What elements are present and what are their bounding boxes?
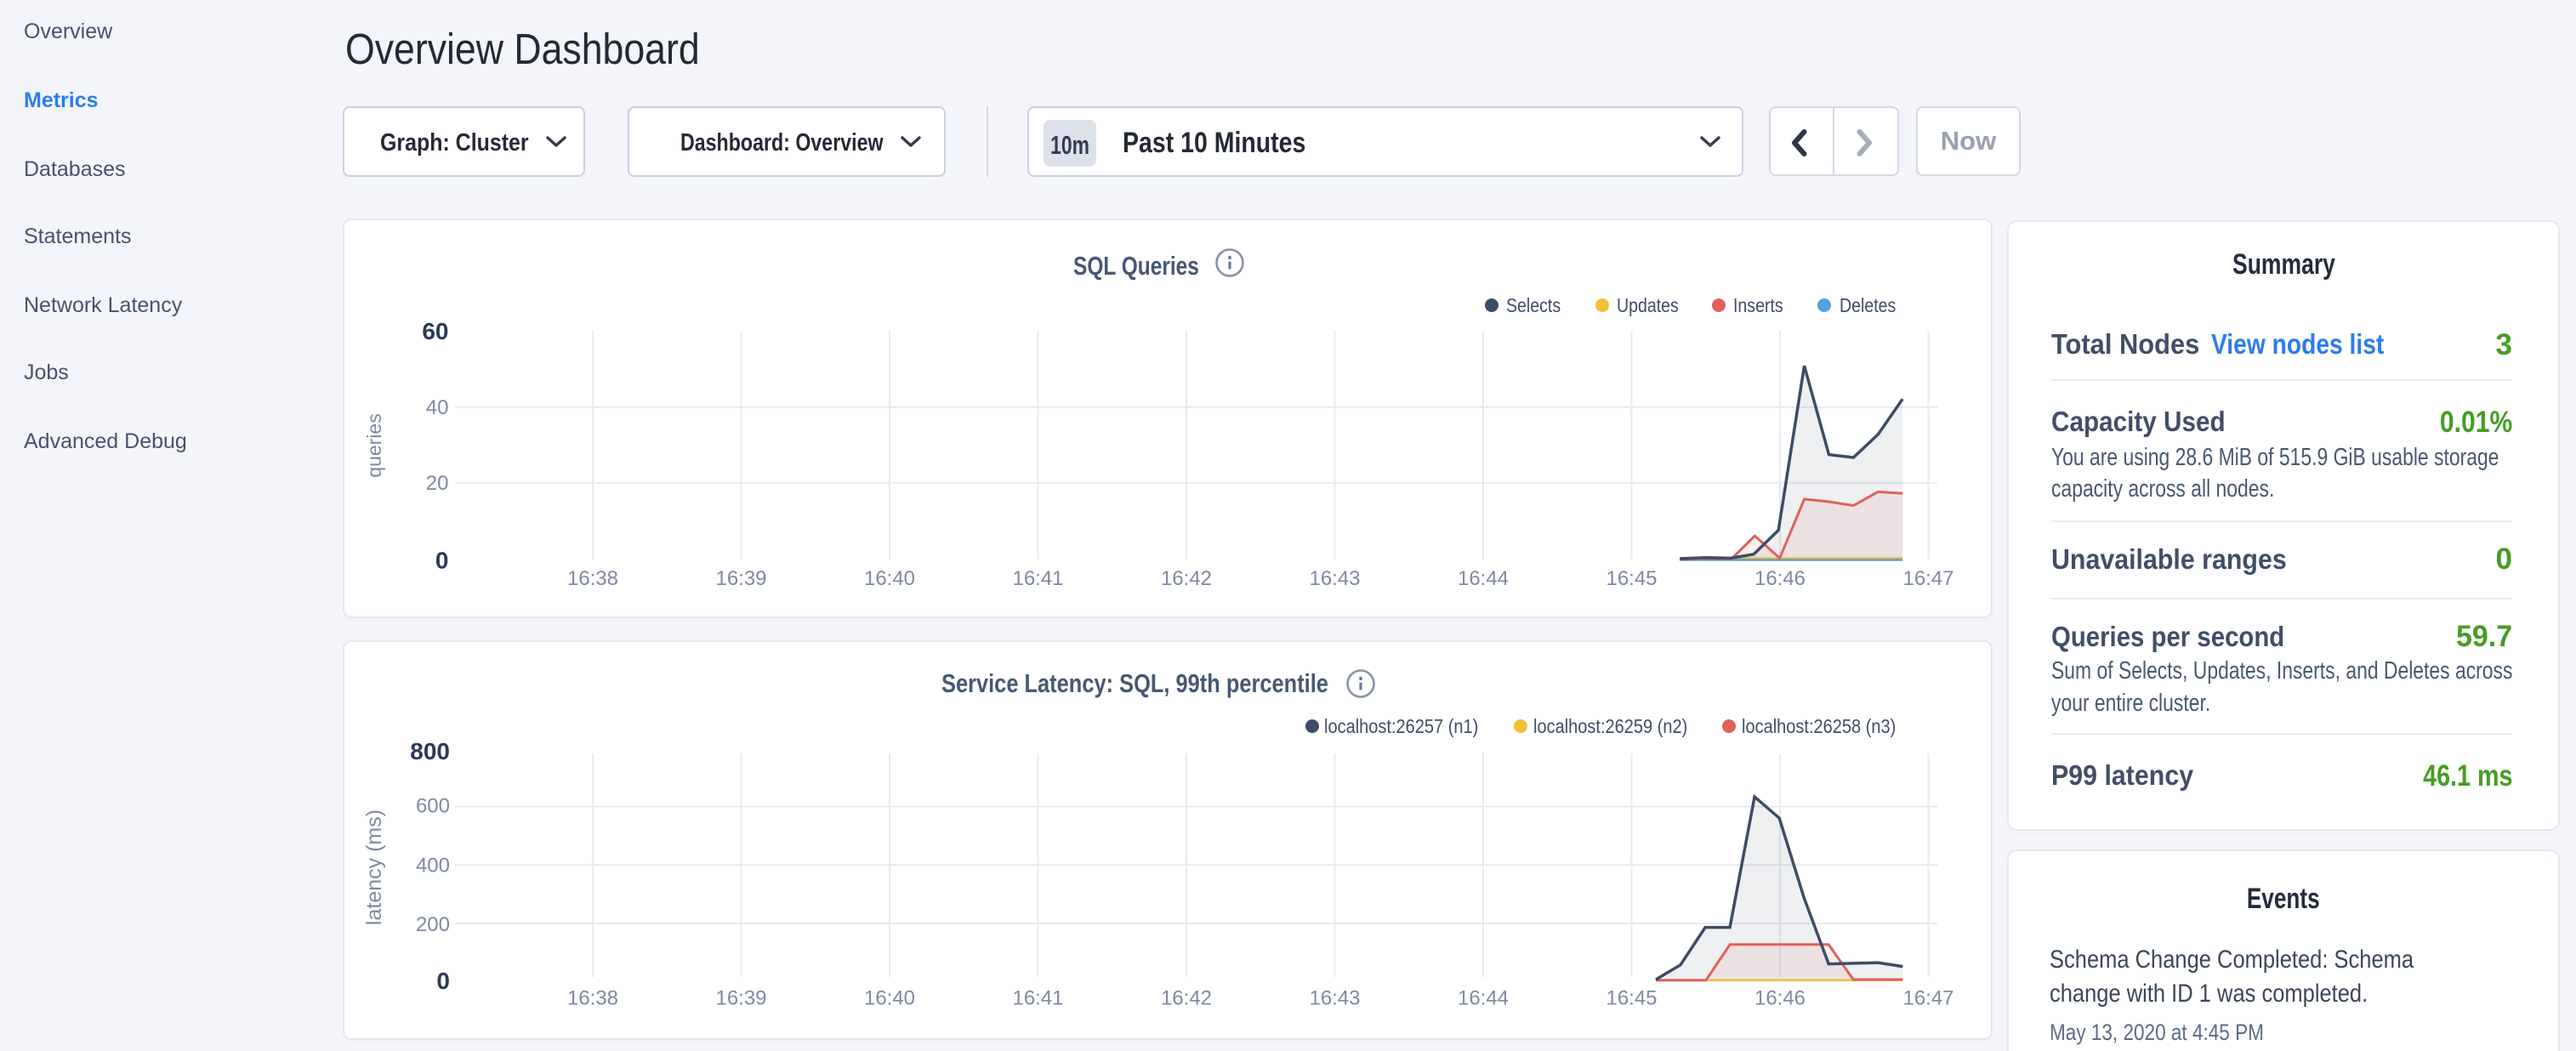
svg-text:16:38: 16:38 — [567, 987, 618, 1010]
svg-text:queries: queries — [363, 413, 385, 477]
svg-text:16:45: 16:45 — [1606, 987, 1657, 1010]
svg-text:16:47: 16:47 — [1902, 567, 1953, 590]
svg-text:16:40: 16:40 — [864, 987, 915, 1010]
svg-text:16:41: 16:41 — [1012, 987, 1063, 1010]
svg-text:400: 400 — [416, 854, 450, 877]
svg-text:16:42: 16:42 — [1161, 567, 1212, 590]
svg-text:16:40: 16:40 — [864, 567, 915, 590]
svg-text:16:44: 16:44 — [1458, 987, 1509, 1010]
svg-text:16:45: 16:45 — [1606, 567, 1657, 590]
svg-text:latency (ms): latency (ms) — [362, 810, 386, 925]
svg-text:20: 20 — [426, 472, 449, 495]
svg-text:16:42: 16:42 — [1161, 987, 1212, 1010]
svg-text:600: 600 — [416, 795, 450, 818]
svg-text:16:39: 16:39 — [715, 567, 766, 590]
svg-text:40: 40 — [426, 396, 449, 419]
svg-text:16:39: 16:39 — [715, 987, 766, 1010]
svg-text:800: 800 — [410, 738, 450, 764]
svg-text:16:47: 16:47 — [1902, 987, 1953, 1010]
svg-text:16:46: 16:46 — [1754, 987, 1805, 1010]
svg-text:16:43: 16:43 — [1309, 987, 1360, 1010]
svg-text:16:43: 16:43 — [1309, 567, 1360, 590]
svg-text:0: 0 — [435, 548, 449, 574]
svg-text:200: 200 — [416, 913, 450, 936]
svg-text:60: 60 — [422, 318, 448, 344]
svg-text:16:41: 16:41 — [1012, 567, 1063, 590]
svg-text:0: 0 — [436, 968, 450, 994]
svg-text:16:44: 16:44 — [1458, 567, 1509, 590]
svg-text:16:38: 16:38 — [567, 567, 618, 590]
svg-text:16:46: 16:46 — [1754, 567, 1805, 590]
